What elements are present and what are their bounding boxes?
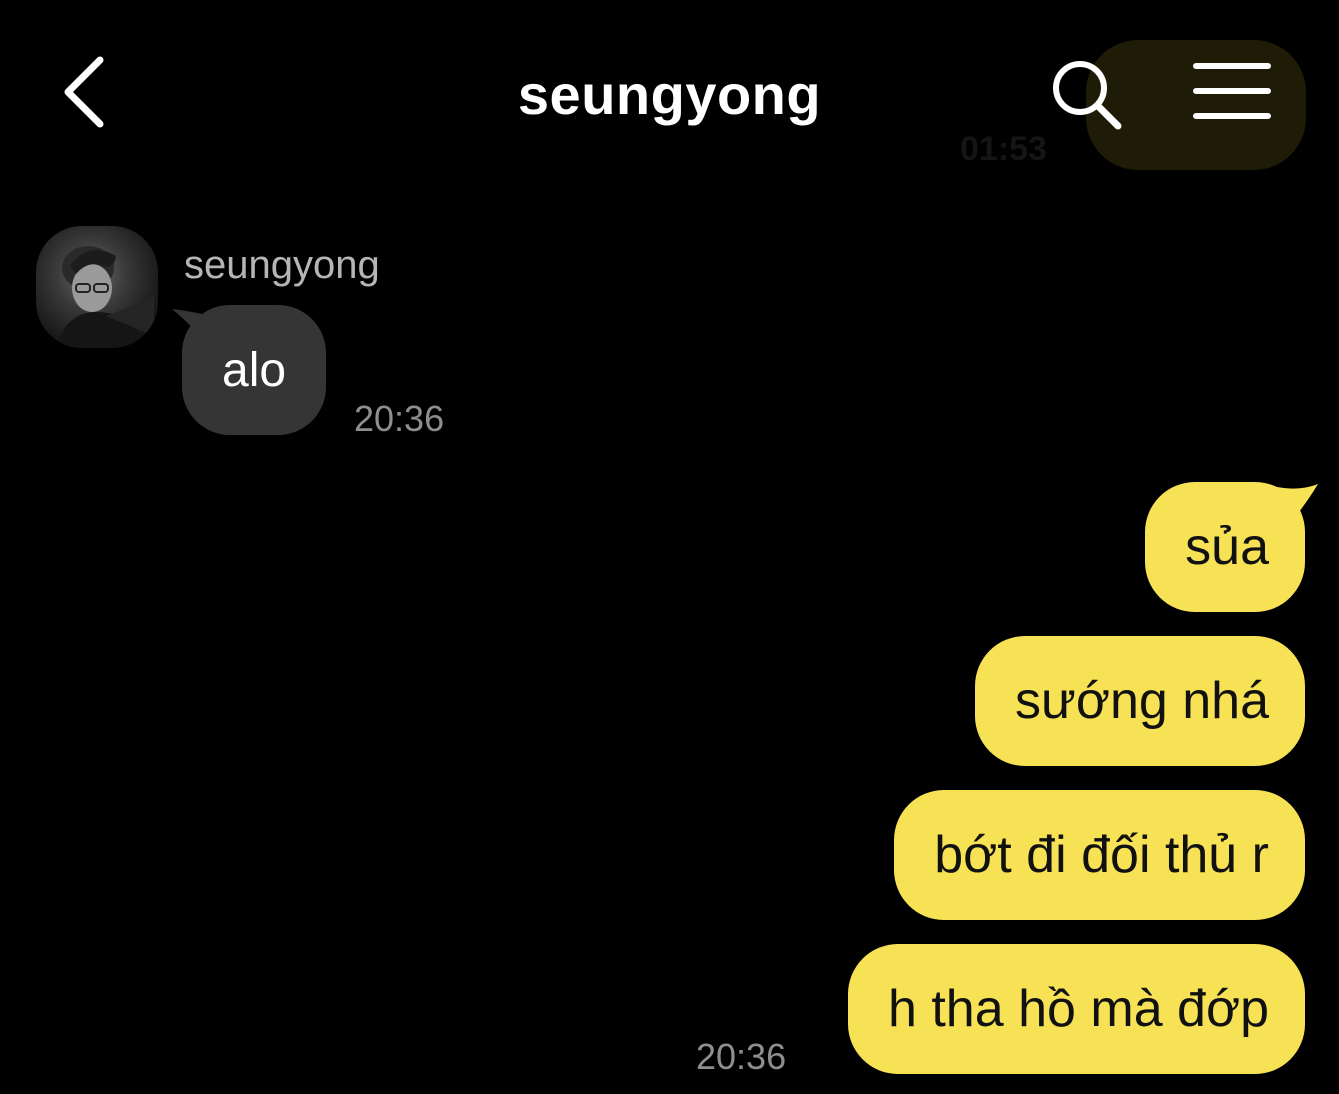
avatar[interactable] <box>36 226 158 348</box>
menu-button[interactable] <box>1192 60 1272 122</box>
incoming-timestamp: 20:36 <box>354 398 445 439</box>
outgoing-message-bubble[interactable]: bớt đi đối thủ r <box>894 790 1305 920</box>
incoming-message-bubble[interactable]: alo <box>182 305 327 435</box>
outgoing-message-bubble[interactable]: sủa <box>1145 482 1305 612</box>
chat-header: 01:53 seungyong <box>0 0 1339 190</box>
outgoing-message-bubble[interactable]: h tha hồ mà đớp <box>847 944 1305 1074</box>
menu-icon <box>1193 63 1271 119</box>
search-icon <box>1053 61 1122 130</box>
outgoing-message-bubble[interactable]: sướng nhá <box>975 636 1305 766</box>
search-button[interactable] <box>1050 58 1124 132</box>
profile-photo-icon <box>56 246 154 348</box>
ghost-time: 01:53 <box>960 130 1047 168</box>
sender-name: seungyong <box>184 243 380 287</box>
outgoing-timestamp: 20:36 <box>696 1036 787 1077</box>
chat-title: seungyong <box>517 63 822 126</box>
